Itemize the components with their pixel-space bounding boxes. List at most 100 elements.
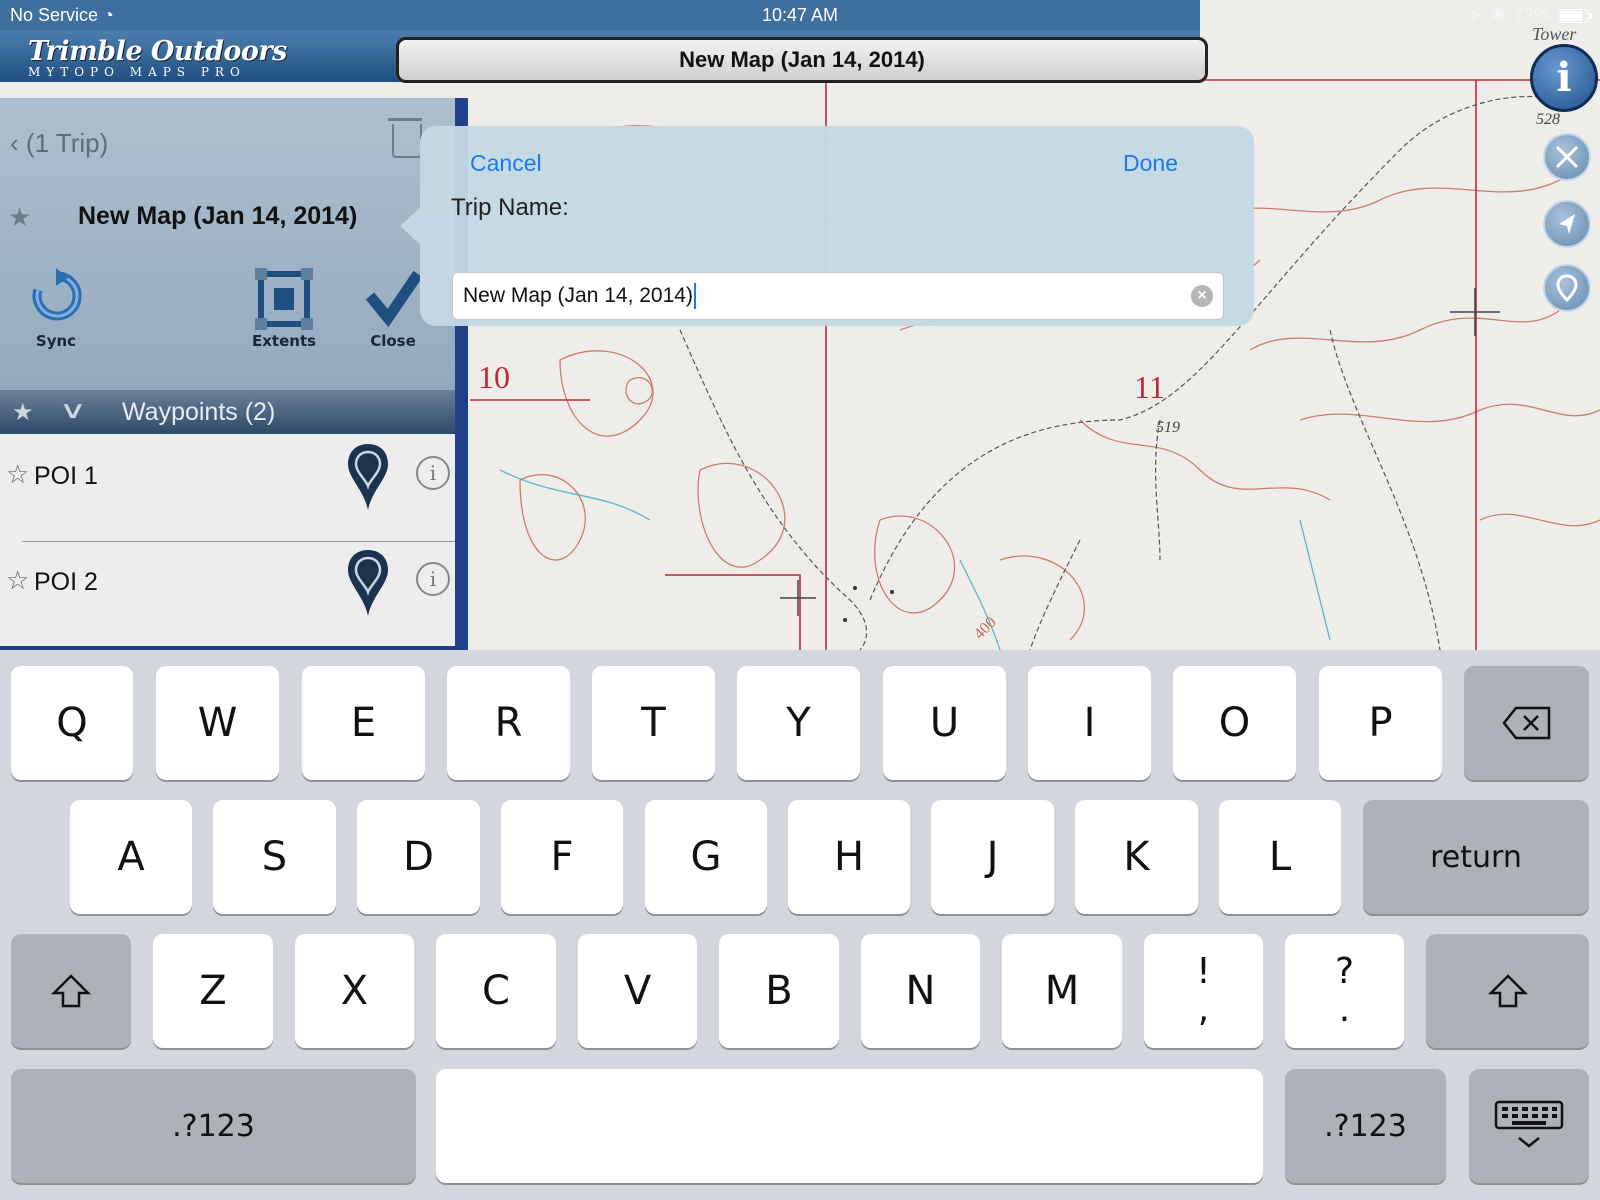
app-logo: Trimble Outdoors MYTOPO MAPS PRO — [28, 36, 287, 79]
key-j[interactable]: J — [931, 800, 1054, 914]
key-top-char: ? — [1334, 951, 1355, 992]
waypoint-label: POI 1 — [34, 462, 98, 490]
shift-key-left[interactable] — [11, 934, 131, 1048]
numbers-key-right[interactable]: .?123 — [1285, 1069, 1446, 1183]
shift-icon — [51, 974, 91, 1008]
status-right: ➤ ✱ 77% — [1467, 5, 1592, 26]
map-label-528: 528 — [1536, 111, 1560, 128]
info-button[interactable]: i — [1530, 44, 1598, 112]
key-f[interactable]: F — [501, 800, 623, 914]
waypoint-pin-icon[interactable] — [346, 548, 390, 618]
backspace-key[interactable] — [1464, 666, 1589, 780]
trip-panel-top: ‹ (1 Trip) ★ New Map (Jan 14, 2014) Sync… — [0, 98, 455, 390]
battery-percent: 77% — [1513, 5, 1550, 25]
key-h[interactable]: H — [788, 800, 910, 914]
key-o[interactable]: O — [1173, 666, 1296, 780]
list-item[interactable]: ☆ POI 2 i — [0, 540, 455, 646]
key-bottom-char: , — [1197, 989, 1210, 1030]
navigation-arrow-icon — [1559, 214, 1575, 234]
done-button[interactable]: Done — [1123, 150, 1178, 177]
waypoint-pin-icon[interactable] — [346, 442, 390, 512]
map-label-10: 10 — [478, 359, 510, 395]
info-icon[interactable]: i — [416, 456, 450, 490]
chevron-down-icon[interactable]: ∨ — [59, 396, 87, 425]
key-l[interactable]: L — [1219, 800, 1341, 914]
key-s[interactable]: S — [213, 800, 336, 914]
key-m[interactable]: M — [1002, 934, 1122, 1048]
popover-arrow — [400, 206, 422, 246]
fullscreen-button[interactable] — [1543, 133, 1591, 181]
sync-button[interactable]: Sync — [28, 268, 84, 350]
map-title[interactable]: New Map (Jan 14, 2014) — [396, 37, 1208, 83]
trash-icon[interactable] — [388, 118, 422, 158]
status-bar: No Service ◔ 10:47 AM ➤ ✱ 77% — [0, 0, 1600, 30]
trip-name-label: Trip Name: — [451, 194, 569, 221]
key-question-period[interactable]: ?. — [1285, 934, 1404, 1048]
key-a[interactable]: A — [70, 800, 192, 914]
key-e[interactable]: E — [302, 666, 425, 780]
key-q[interactable]: Q — [11, 666, 133, 780]
key-top-char: ! — [1196, 951, 1211, 992]
key-b[interactable]: B — [719, 934, 839, 1048]
trip-panel: ‹ (1 Trip) ★ New Map (Jan 14, 2014) Sync… — [0, 98, 468, 650]
waypoints-header-label: Waypoints (2) — [122, 398, 276, 426]
extents-icon — [255, 268, 314, 330]
bluetooth-icon: ✱ — [1490, 5, 1506, 25]
trip-name-title[interactable]: New Map (Jan 14, 2014) — [78, 202, 357, 231]
key-exclaim-comma[interactable]: !, — [1144, 934, 1263, 1048]
star-icon[interactable]: ★ — [8, 202, 31, 233]
waypoint-label: POI 2 — [34, 568, 98, 596]
key-n[interactable]: N — [861, 934, 980, 1048]
key-c[interactable]: C — [436, 934, 556, 1048]
list-item[interactable]: ☆ POI 1 i — [0, 434, 455, 540]
shift-icon — [1487, 974, 1528, 1008]
trip-name-field[interactable]: New Map (Jan 14, 2014) × — [452, 272, 1224, 320]
pin-icon — [1556, 274, 1578, 303]
back-button[interactable]: ‹ (1 Trip) — [10, 128, 108, 159]
key-y[interactable]: Y — [737, 666, 860, 780]
map-label-519: 519 — [1156, 419, 1180, 436]
trip-name-input[interactable]: New Map (Jan 14, 2014) — [463, 273, 696, 319]
key-k[interactable]: K — [1075, 800, 1198, 914]
drop-pin-button[interactable] — [1543, 264, 1591, 312]
chevron-left-icon: ‹ — [10, 128, 19, 158]
key-bottom-char: . — [1338, 989, 1351, 1030]
close-label: Close — [370, 332, 416, 350]
cancel-button[interactable]: Cancel — [470, 150, 542, 177]
return-key[interactable]: return — [1363, 800, 1589, 914]
shift-key-right[interactable] — [1426, 934, 1589, 1048]
key-r[interactable]: R — [447, 666, 570, 780]
extents-button[interactable]: Extents — [252, 268, 316, 350]
key-v[interactable]: V — [578, 934, 697, 1048]
key-p[interactable]: P — [1319, 666, 1442, 780]
battery-fill — [1560, 10, 1582, 21]
key-i[interactable]: I — [1028, 666, 1151, 780]
checkmark-icon — [366, 270, 420, 328]
close-button[interactable]: Close — [366, 268, 420, 350]
info-icon[interactable]: i — [416, 562, 450, 596]
space-key[interactable] — [436, 1069, 1263, 1183]
location-arrow-icon: ➤ — [1467, 5, 1483, 25]
map-label-11: 11 — [1134, 369, 1165, 405]
locate-button[interactable] — [1543, 200, 1591, 248]
key-u[interactable]: U — [883, 666, 1006, 780]
waypoints-header[interactable]: ★ ∨ Waypoints (2) — [0, 390, 455, 434]
key-d[interactable]: D — [357, 800, 480, 914]
key-z[interactable]: Z — [153, 934, 273, 1048]
divider — [22, 541, 455, 542]
back-label: (1 Trip) — [25, 128, 109, 158]
key-x[interactable]: X — [295, 934, 414, 1048]
key-w[interactable]: W — [156, 666, 279, 780]
logo-subtitle: MYTOPO MAPS PRO — [28, 65, 246, 79]
sync-label: Sync — [35, 332, 77, 350]
extents-label: Extents — [252, 332, 317, 350]
rename-trip-popover: Cancel Done Trip Name: New Map (Jan 14, … — [420, 126, 1254, 326]
star-icon[interactable]: ★ — [12, 398, 34, 427]
key-g[interactable]: G — [645, 800, 767, 914]
dismiss-keyboard-key[interactable] — [1469, 1069, 1589, 1183]
key-t[interactable]: T — [592, 666, 715, 780]
star-outline-icon[interactable]: ☆ — [6, 565, 29, 596]
clear-text-icon[interactable]: × — [1191, 285, 1213, 307]
numbers-key-left[interactable]: .?123 — [11, 1069, 416, 1183]
star-outline-icon[interactable]: ☆ — [6, 459, 29, 490]
